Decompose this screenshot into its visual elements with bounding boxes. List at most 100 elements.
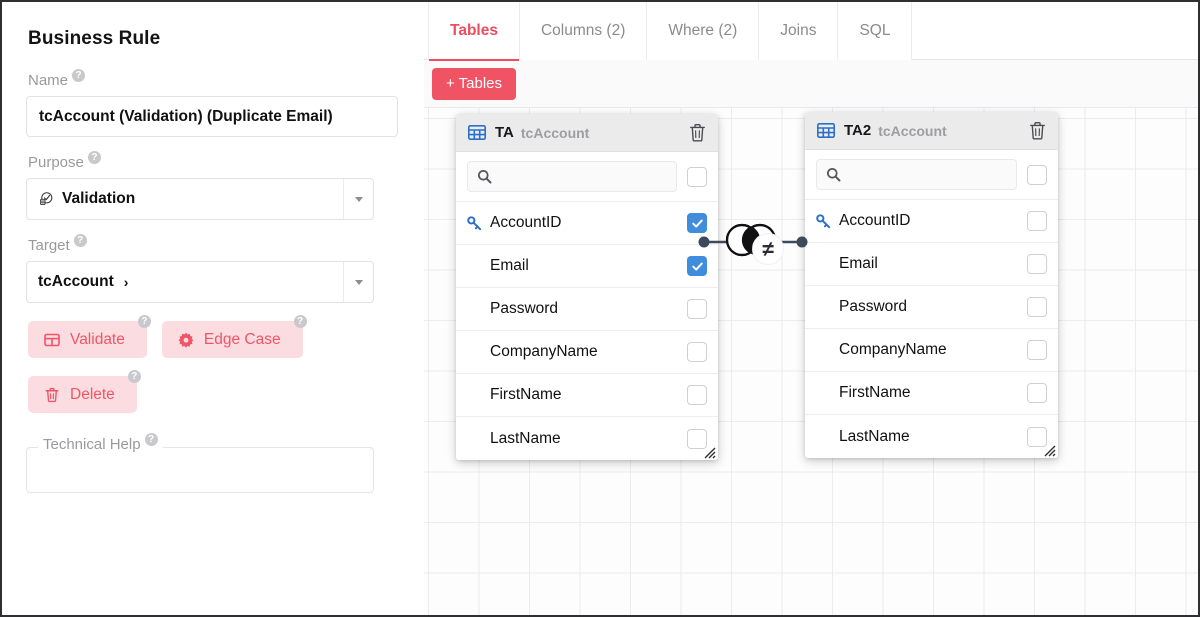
column-checkbox[interactable] bbox=[1027, 383, 1047, 403]
help-icon[interactable]: ? bbox=[72, 69, 85, 82]
edge-case-button[interactable]: Edge Case ? bbox=[162, 321, 303, 358]
help-icon[interactable]: ? bbox=[138, 315, 151, 328]
column-row-accountid[interactable]: AccountID bbox=[456, 202, 718, 245]
table-card-alias: TA2 bbox=[844, 122, 871, 139]
validation-check-icon bbox=[38, 191, 54, 207]
page-title: Business Rule bbox=[28, 28, 400, 50]
table-card-ta2[interactable]: TA2 tcAccount bbox=[805, 112, 1058, 458]
table-card-alias: TA bbox=[495, 124, 514, 141]
search-icon bbox=[477, 169, 492, 184]
column-name: FirstName bbox=[490, 386, 679, 404]
table-card-name: tcAccount bbox=[521, 125, 589, 141]
tab-bar: Tables Columns (2) Where (2) Joins SQL bbox=[424, 2, 1198, 60]
resize-handle[interactable] bbox=[702, 445, 716, 459]
technical-help-label-text: Technical Help bbox=[43, 436, 141, 453]
trash-icon bbox=[44, 387, 60, 403]
column-checkbox[interactable] bbox=[1027, 211, 1047, 231]
primary-key-icon bbox=[467, 216, 482, 231]
select-all-checkbox[interactable] bbox=[1027, 165, 1047, 185]
table-card-header[interactable]: TA2 tcAccount bbox=[805, 112, 1058, 150]
tab-tables-label: Tables bbox=[450, 22, 498, 40]
chevron-down-icon bbox=[355, 197, 363, 202]
gear-icon bbox=[178, 332, 194, 348]
column-row-email[interactable]: Email bbox=[805, 243, 1058, 286]
name-input[interactable]: tcAccount (Validation) (Duplicate Email) bbox=[26, 96, 398, 137]
tab-tables[interactable]: Tables bbox=[428, 2, 520, 60]
column-row-lastname[interactable]: LastName bbox=[456, 417, 718, 460]
action-row-secondary: Delete ? bbox=[28, 376, 400, 413]
target-label: Target ? bbox=[28, 237, 400, 254]
column-name: AccountID bbox=[490, 214, 679, 232]
column-list: AccountID Email bbox=[456, 202, 718, 460]
tab-where[interactable]: Where (2) bbox=[647, 2, 759, 60]
help-icon[interactable]: ? bbox=[128, 370, 141, 383]
column-row-companyname[interactable]: CompanyName bbox=[456, 331, 718, 374]
column-checkbox[interactable] bbox=[687, 299, 707, 319]
column-name: FirstName bbox=[839, 384, 1019, 402]
card-search-row bbox=[456, 152, 718, 202]
help-icon[interactable]: ? bbox=[294, 315, 307, 328]
delete-button-label: Delete bbox=[70, 386, 115, 404]
card-search-input[interactable] bbox=[467, 161, 677, 192]
column-row-lastname[interactable]: LastName bbox=[805, 415, 1058, 458]
help-icon[interactable]: ? bbox=[145, 433, 158, 446]
tab-columns[interactable]: Columns (2) bbox=[520, 2, 647, 60]
column-row-companyname[interactable]: CompanyName bbox=[805, 329, 1058, 372]
column-checkbox[interactable] bbox=[1027, 340, 1047, 360]
column-checkbox[interactable] bbox=[687, 385, 707, 405]
column-row-email[interactable]: Email bbox=[456, 245, 718, 288]
purpose-select-arrow[interactable] bbox=[343, 179, 373, 219]
select-all-checkbox[interactable] bbox=[687, 167, 707, 187]
tab-joins-label: Joins bbox=[780, 22, 816, 40]
tab-where-label: Where (2) bbox=[668, 22, 737, 40]
column-name: Email bbox=[839, 255, 1019, 273]
purpose-label-text: Purpose bbox=[28, 154, 84, 171]
chevron-down-icon bbox=[355, 280, 363, 285]
column-name: CompanyName bbox=[839, 341, 1019, 359]
table-card-header[interactable]: TA tcAccount bbox=[456, 114, 718, 152]
validate-button[interactable]: Validate ? bbox=[28, 321, 147, 358]
target-select-value: tcAccount › bbox=[27, 273, 343, 291]
card-search-input[interactable] bbox=[816, 159, 1017, 190]
resize-handle[interactable] bbox=[1042, 443, 1056, 457]
target-select[interactable]: tcAccount › bbox=[26, 261, 374, 303]
purpose-value-text: Validation bbox=[62, 190, 135, 208]
table-card-ta[interactable]: TA tcAccount bbox=[456, 114, 718, 460]
canvas-toolbar: + Tables bbox=[424, 60, 1198, 108]
join-connector[interactable]: ≠ bbox=[698, 212, 808, 272]
column-list: AccountID Email Password bbox=[805, 200, 1058, 458]
column-row-accountid[interactable]: AccountID bbox=[805, 200, 1058, 243]
column-checkbox[interactable] bbox=[1027, 297, 1047, 317]
add-tables-button[interactable]: + Tables bbox=[432, 68, 516, 100]
target-value-text: tcAccount bbox=[38, 273, 114, 291]
target-select-arrow[interactable] bbox=[343, 262, 373, 302]
purpose-select[interactable]: Validation bbox=[26, 178, 374, 220]
column-row-password[interactable]: Password bbox=[805, 286, 1058, 329]
tab-joins[interactable]: Joins bbox=[759, 2, 838, 60]
trash-icon[interactable] bbox=[1029, 121, 1046, 140]
column-name: Password bbox=[490, 300, 679, 318]
technical-help-input[interactable] bbox=[26, 447, 374, 493]
column-checkbox[interactable] bbox=[1027, 254, 1047, 274]
name-input-value: tcAccount (Validation) (Duplicate Email) bbox=[39, 108, 333, 126]
delete-button[interactable]: Delete ? bbox=[28, 376, 137, 413]
column-row-password[interactable]: Password bbox=[456, 288, 718, 331]
diagram-canvas[interactable]: ≠ TA tcAccount bbox=[424, 108, 1198, 615]
search-icon bbox=[826, 167, 841, 182]
name-label-text: Name bbox=[28, 72, 68, 89]
tab-sql[interactable]: SQL bbox=[838, 2, 912, 60]
column-checkbox[interactable] bbox=[687, 342, 707, 362]
business-rule-panel: Business Rule Name ? tcAccount (Validati… bbox=[2, 2, 424, 615]
column-name: AccountID bbox=[839, 212, 1019, 230]
help-icon[interactable]: ? bbox=[88, 151, 101, 164]
primary-key-icon bbox=[816, 214, 831, 229]
card-search-row bbox=[805, 150, 1058, 200]
help-icon[interactable]: ? bbox=[74, 234, 87, 247]
column-name: LastName bbox=[839, 428, 1019, 446]
column-name: Email bbox=[490, 257, 679, 275]
trash-icon[interactable] bbox=[689, 123, 706, 142]
technical-help-group: Technical Help ? bbox=[26, 447, 374, 493]
column-row-firstname[interactable]: FirstName bbox=[805, 372, 1058, 415]
target-field-group: Target ? tcAccount › bbox=[26, 237, 400, 303]
column-row-firstname[interactable]: FirstName bbox=[456, 374, 718, 417]
